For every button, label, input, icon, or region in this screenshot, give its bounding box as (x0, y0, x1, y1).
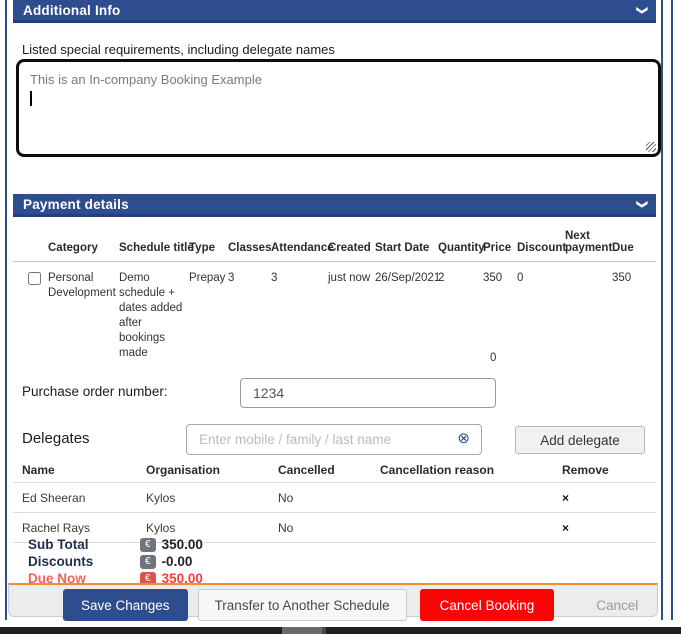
column-header: Organisation (146, 463, 278, 477)
scrollbar-thumb[interactable] (282, 627, 322, 634)
special-requirements-text: This is an In-company Booking Example (30, 71, 647, 88)
cancel-button[interactable]: Cancel (582, 589, 652, 621)
chevron-down-icon[interactable]: ❯ (636, 199, 647, 208)
delegate-cancelled: No (278, 491, 380, 505)
column-header: Quantity (438, 242, 483, 254)
resize-handle-icon[interactable] (646, 142, 656, 152)
footer-buttons: Save Changes Transfer to Another Schedul… (63, 589, 652, 621)
save-changes-button[interactable]: Save Changes (63, 589, 188, 621)
column-header: Due (612, 242, 656, 254)
cell-due: 350 (612, 271, 656, 286)
cell-quantity: 2 (438, 271, 483, 286)
discount-total: 0 (490, 352, 496, 364)
cell-category: Personal Development (48, 271, 119, 301)
cell-classes: 3 (228, 271, 271, 286)
cell-attendance: 3 (271, 271, 328, 286)
column-header: Schedule title (119, 242, 189, 254)
delegate-organisation: Kylos (146, 521, 278, 535)
remove-delegate-icon[interactable]: × (562, 491, 652, 505)
column-header: Name (22, 463, 146, 477)
payment-table: Category Schedule title Type Classes Att… (13, 230, 656, 361)
currency-badge-icon: € (140, 555, 156, 569)
special-requirements-label: Listed special requirements, including d… (22, 42, 335, 57)
discounts-label: Discounts (28, 554, 140, 569)
purchase-order-input[interactable] (240, 378, 496, 408)
column-header: Start Date (375, 242, 438, 254)
payment-details-title: Payment details (23, 197, 129, 212)
cell-schedule-title: Demo schedule + dates added after bookin… (119, 271, 189, 361)
column-header: Attendance (271, 242, 328, 254)
delegate-row: Ed Sheeran Kylos No × (13, 483, 656, 512)
discounts-row: Discounts € -0.00 (13, 553, 413, 570)
delegates-table: Name Organisation Cancelled Cancellation… (13, 458, 656, 543)
cell-start-date: 26/Sep/2021 (375, 271, 438, 286)
discounts-value: -0.00 (162, 554, 193, 569)
column-header: Discount (517, 242, 565, 254)
horizontal-scrollbar[interactable] (0, 627, 681, 634)
cell-created: just now (328, 271, 375, 286)
cancel-booking-button[interactable]: Cancel Booking (420, 589, 555, 621)
add-delegate-button[interactable]: Add delegate (515, 426, 645, 454)
cell-discount: 0 (517, 271, 565, 286)
column-header: Remove (562, 463, 652, 477)
delegate-name: Ed Sheeran (22, 491, 146, 505)
delegate-organisation: Kylos (146, 491, 278, 505)
column-header: Classes (228, 242, 271, 254)
page-left-border (5, 0, 7, 620)
payment-table-header-row: Category Schedule title Type Classes Att… (13, 230, 656, 254)
delegates-table-header-row: Name Organisation Cancelled Cancellation… (13, 458, 656, 482)
page-right-border-inner (661, 0, 663, 620)
currency-badge-icon: € (140, 538, 156, 552)
cell-type: Prepay (189, 271, 228, 286)
cell-price: 350 (483, 271, 517, 286)
subtotal-row: Sub Total € 350.00 (13, 536, 413, 553)
purchase-order-label: Purchase order number: (22, 384, 168, 399)
additional-info-title: Additional Info (23, 3, 120, 18)
row-checkbox[interactable] (28, 272, 41, 285)
delegate-cancelled: No (278, 521, 380, 535)
scrollbar-thumb-edge (322, 627, 326, 634)
column-header: Next payment (565, 230, 612, 254)
column-header: Cancelled (278, 463, 380, 477)
column-header: Created (328, 242, 375, 254)
payment-table-row: Personal Development Demo schedule + dat… (13, 271, 656, 361)
column-header: Price (483, 242, 517, 254)
booking-form: Additional Info ❯ Listed special require… (13, 0, 656, 627)
booking-totals: Sub Total € 350.00 Discounts € -0.00 Due… (13, 536, 413, 587)
delegate-search: ⊗ (186, 424, 482, 455)
column-header: Category (48, 242, 119, 254)
transfer-schedule-button[interactable]: Transfer to Another Schedule (198, 589, 407, 621)
payment-details-header[interactable]: Payment details ❯ (13, 194, 656, 217)
column-header: Type (189, 242, 228, 254)
delegate-search-input[interactable] (186, 424, 482, 455)
clear-search-icon[interactable]: ⊗ (457, 430, 470, 448)
special-requirements-textarea[interactable]: This is an In-company Booking Example (16, 59, 661, 157)
table-divider (13, 261, 656, 262)
remove-delegate-icon[interactable]: × (562, 521, 652, 535)
delegates-label: Delegates (22, 430, 90, 447)
subtotal-label: Sub Total (28, 537, 140, 552)
page-right-border-outer (671, 0, 673, 620)
subtotal-value: 350.00 (162, 537, 203, 552)
delegate-name: Rachel Rays (22, 521, 146, 535)
text-cursor (30, 91, 32, 106)
column-header: Cancellation reason (380, 463, 562, 477)
additional-info-header[interactable]: Additional Info ❯ (13, 0, 656, 23)
chevron-down-icon[interactable]: ❯ (636, 5, 647, 14)
